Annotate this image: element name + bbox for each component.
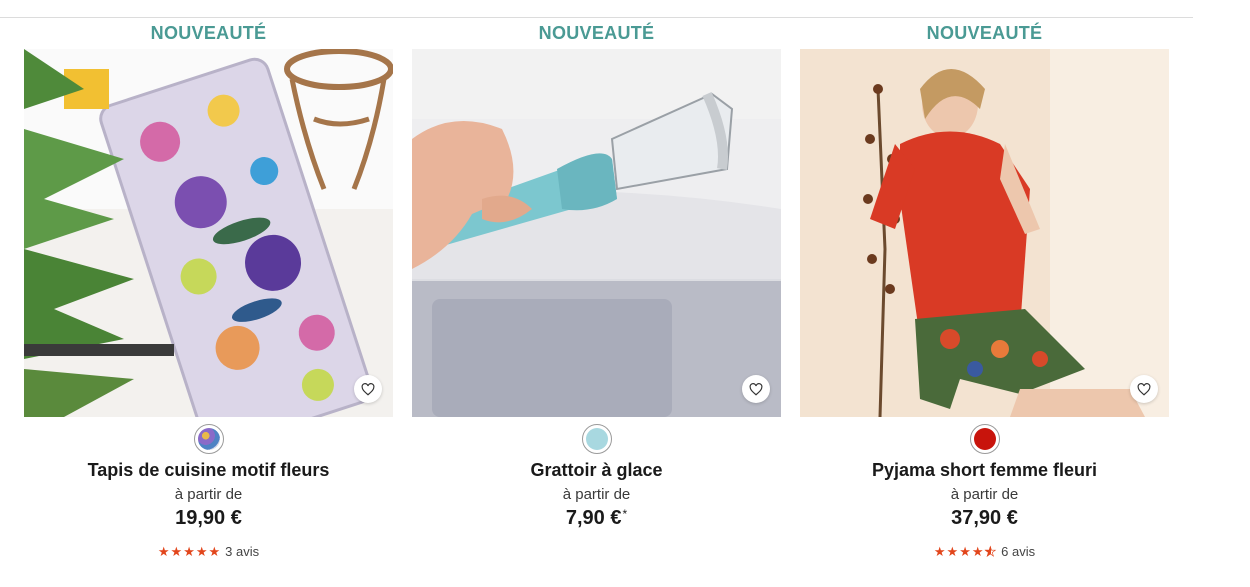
product-price: 37,90 €	[951, 507, 1018, 529]
price-from-label: à partir de	[174, 486, 243, 503]
product-image[interactable]	[800, 49, 1169, 417]
star-icon: ★	[195, 544, 208, 559]
swatch-color	[197, 428, 220, 450]
product-name[interactable]: Pyjama short femme fleuri	[800, 460, 1169, 481]
review-count: 6 avis	[1001, 544, 1036, 559]
product-card[interactable]: NOUVEAUTÉ	[24, 18, 393, 578]
product-card[interactable]: NOUVEAUTÉ Grattoir à glace à partir de 7…	[412, 18, 781, 578]
star-icon: ★	[933, 544, 946, 559]
star-icon: ★	[946, 544, 959, 559]
heart-outline-icon	[1137, 382, 1151, 396]
heart-outline-icon	[361, 382, 375, 396]
star-icon: ★	[971, 544, 984, 559]
star-icon: ★	[170, 544, 183, 559]
price-footnote-mark: *	[622, 507, 628, 521]
star-rating: ★ ★ ★ ★ ★	[933, 544, 997, 559]
product-price: 7,90 €*	[565, 507, 628, 529]
favorite-button[interactable]	[354, 375, 382, 403]
product-image[interactable]	[412, 49, 781, 417]
price-from-label: à partir de	[950, 486, 1019, 503]
product-image[interactable]	[24, 49, 393, 417]
product-name[interactable]: Tapis de cuisine motif fleurs	[24, 460, 393, 481]
swatch-color	[973, 428, 996, 450]
swatch-color	[585, 428, 608, 450]
heart-outline-icon	[749, 382, 763, 396]
product-name[interactable]: Grattoir à glace	[412, 460, 781, 481]
review-count: 3 avis	[225, 544, 260, 559]
new-badge: NOUVEAUTÉ	[926, 23, 1043, 43]
rating[interactable]: ★ ★ ★ ★ ★ 3 avis	[24, 544, 393, 559]
star-icon: ★	[208, 544, 221, 559]
star-half-icon: ★	[984, 544, 997, 559]
star-icon: ★	[157, 544, 170, 559]
color-swatch[interactable]	[581, 424, 612, 454]
new-badge: NOUVEAUTÉ	[150, 23, 267, 43]
star-icon: ★	[959, 544, 971, 559]
rating[interactable]: ★ ★ ★ ★ ★ 6 avis	[800, 544, 1169, 559]
product-price: 19,90 €	[175, 507, 242, 529]
color-swatch[interactable]	[969, 424, 1000, 454]
favorite-button[interactable]	[742, 375, 770, 403]
product-card[interactable]: NOUVEAUTÉ	[800, 18, 1169, 578]
star-rating: ★ ★ ★ ★ ★	[158, 545, 220, 558]
star-icon: ★	[183, 544, 195, 559]
new-badge: NOUVEAUTÉ	[538, 23, 655, 43]
favorite-button[interactable]	[1130, 375, 1158, 403]
price-from-label: à partir de	[562, 486, 631, 503]
color-swatch[interactable]	[193, 424, 224, 454]
